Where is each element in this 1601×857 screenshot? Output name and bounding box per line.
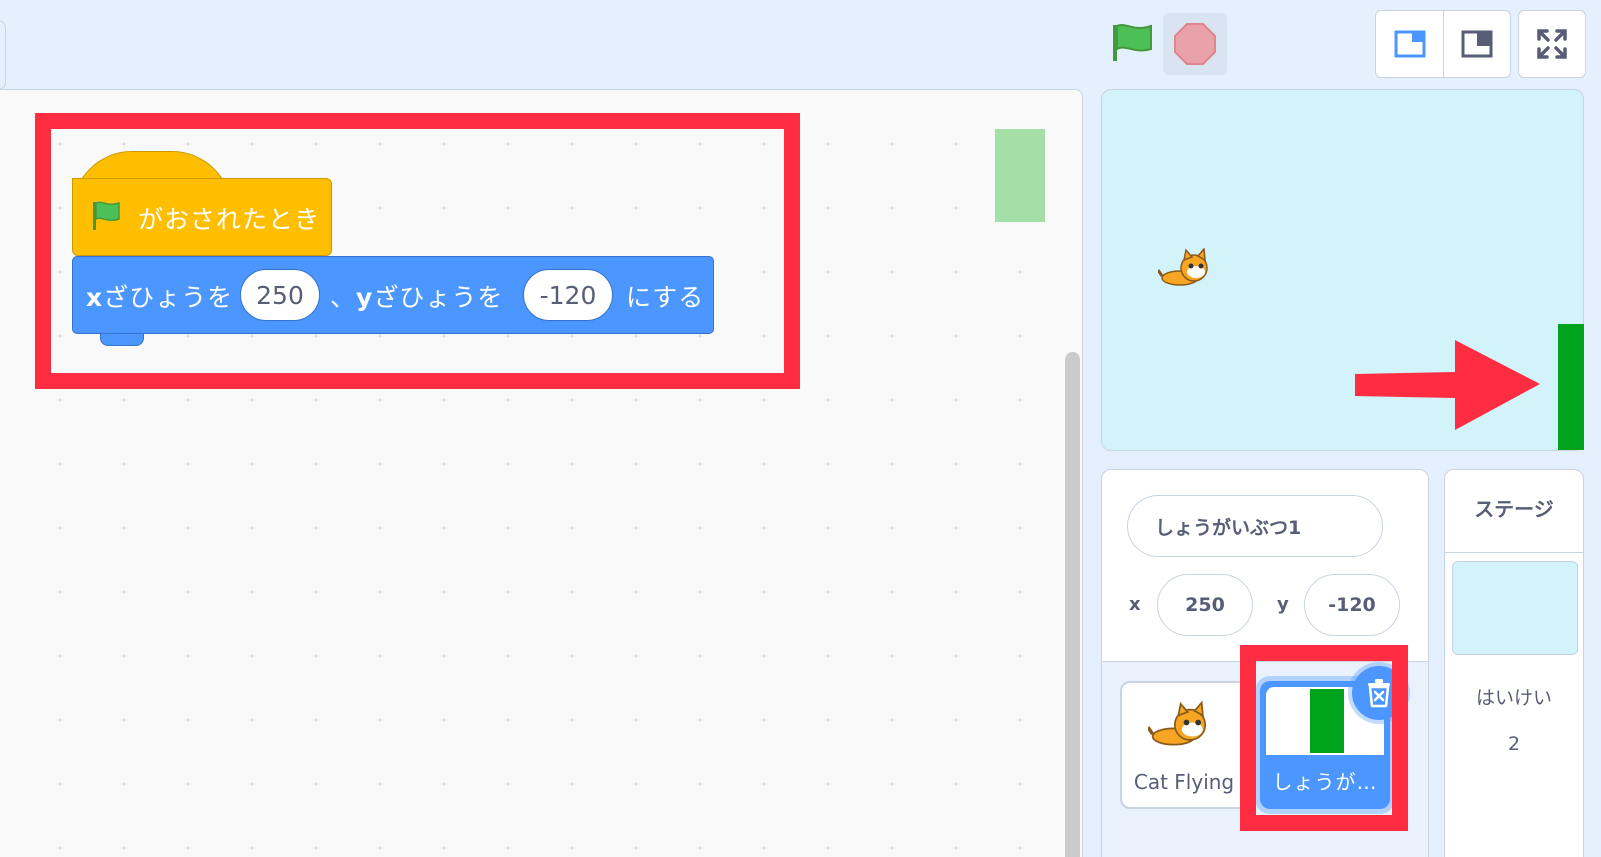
small-stage-layout-icon [1394,30,1425,58]
green-flag-button[interactable] [1110,21,1154,65]
workspace-scrollbar[interactable] [1065,352,1080,857]
stage-pane-title: ステージ [1474,497,1554,521]
stage-thumbnail[interactable] [1452,561,1578,655]
sprite-highlight-box [1240,645,1408,831]
sprite-corner-indicator [995,129,1045,222]
stage-target-pane[interactable] [1444,469,1584,857]
fullscreen-icon [1537,29,1567,59]
stage-cat-sprite[interactable] [1156,247,1218,290]
backdrops-count: 2 [1507,733,1521,755]
y-coord-input[interactable]: -120 [1304,574,1400,636]
stop-button[interactable] [1174,23,1216,65]
red-arrow-annotation [1355,340,1555,430]
cat-sprite-thumbnail [1146,700,1218,752]
x-coord-input[interactable]: 250 [1157,574,1253,636]
normal-stage-button[interactable] [1443,11,1510,77]
stage-obstacle-sprite[interactable] [1558,324,1584,450]
small-stage-button[interactable] [1376,11,1443,77]
fullscreen-button[interactable] [1518,10,1586,78]
script-highlight-box [35,113,800,389]
stage-pane-divider [1445,552,1583,553]
flying-cat-icon [1146,700,1207,746]
tab-edge [0,20,6,90]
y-coord-label: y [1277,594,1289,615]
green-flag-icon [1113,24,1152,61]
flying-cat-icon [1156,247,1208,286]
sprite-name-input[interactable]: しょうがいぶつ1 [1127,495,1383,557]
stop-sign-icon [1174,23,1216,65]
normal-stage-layout-icon [1461,30,1493,58]
arrow-right-icon [1355,340,1540,430]
backdrops-label: はいけい [1475,687,1552,709]
sprite-tile-name: Cat Flying [1133,770,1235,794]
stage-layout-toggle [1375,10,1511,78]
x-coord-label: x [1129,594,1141,615]
